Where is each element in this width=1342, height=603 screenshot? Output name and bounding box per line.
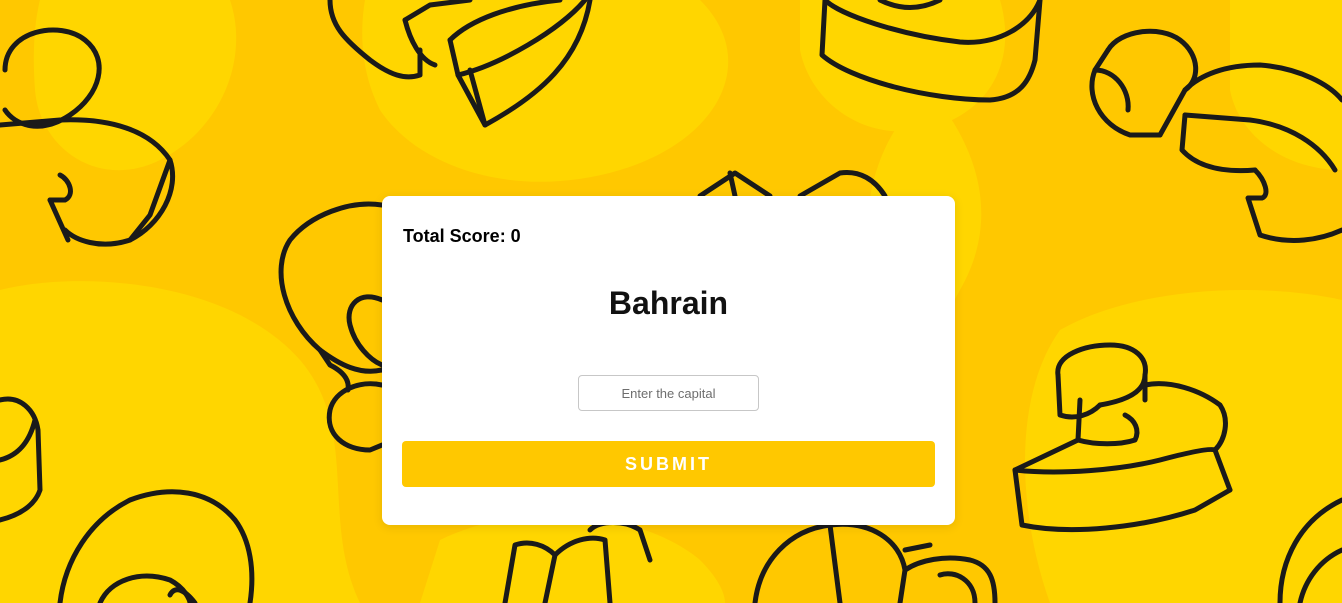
total-score-label: Total Score: 0 [403, 226, 521, 246]
quiz-card: Total Score: 0 Bahrain SUBMIT [382, 196, 955, 525]
capital-input[interactable] [578, 375, 759, 411]
submit-button[interactable]: SUBMIT [402, 441, 935, 487]
country-name: Bahrain [608, 285, 729, 321]
